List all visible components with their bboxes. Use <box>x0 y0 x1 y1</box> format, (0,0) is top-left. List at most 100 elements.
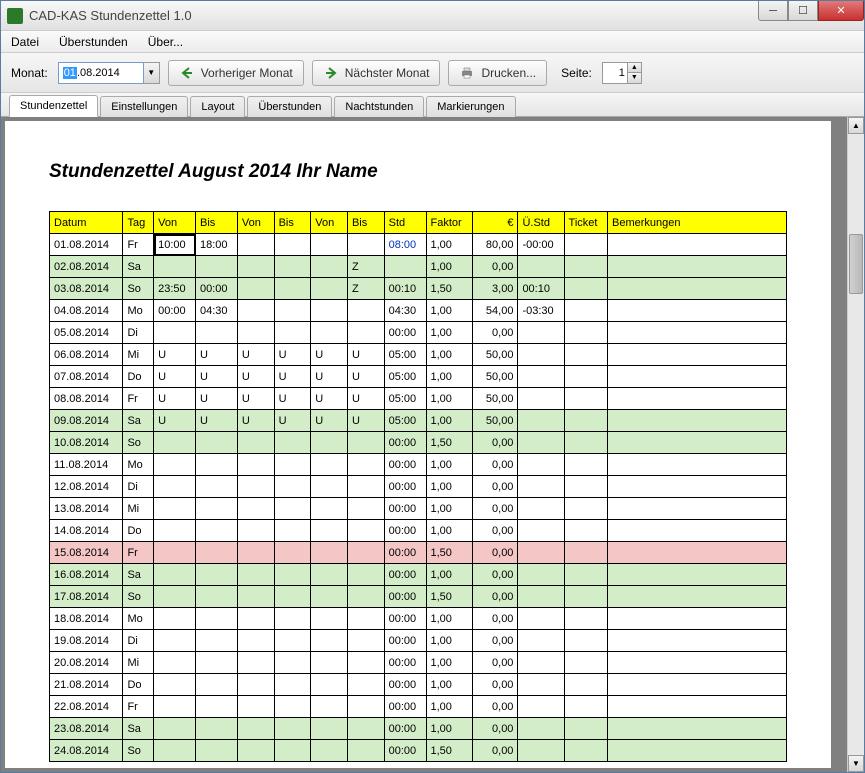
cell-std[interactable]: 00:00 <box>384 432 426 454</box>
table-row[interactable]: 20.08.2014Mi00:001,000,00 <box>50 652 787 674</box>
cell-tag[interactable]: Sa <box>123 256 154 278</box>
cell-eur[interactable]: 0,00 <box>472 454 518 476</box>
cell-v2[interactable] <box>237 454 274 476</box>
cell-v3[interactable] <box>311 564 348 586</box>
cell-bem[interactable] <box>608 564 787 586</box>
cell-b1[interactable]: 00:00 <box>196 278 238 300</box>
cell-v2[interactable] <box>237 740 274 762</box>
page-spinner[interactable]: 1 ▲ ▼ <box>602 62 642 84</box>
tab-markierungen[interactable]: Markierungen <box>426 96 515 117</box>
cell-fak[interactable]: 1,50 <box>426 542 472 564</box>
table-row[interactable]: 10.08.2014So00:001,500,00 <box>50 432 787 454</box>
cell-v1[interactable]: 23:50 <box>154 278 196 300</box>
cell-v1[interactable] <box>154 432 196 454</box>
table-row[interactable]: 06.08.2014MiUUUUUU05:001,0050,00 <box>50 344 787 366</box>
cell-date[interactable]: 01.08.2014 <box>50 234 123 256</box>
cell-b3[interactable] <box>347 674 384 696</box>
cell-std[interactable]: 00:00 <box>384 630 426 652</box>
cell-v3[interactable] <box>311 476 348 498</box>
cell-date[interactable]: 18.08.2014 <box>50 608 123 630</box>
table-row[interactable]: 03.08.2014So23:5000:00Z00:101,503,0000:1… <box>50 278 787 300</box>
cell-date[interactable]: 23.08.2014 <box>50 718 123 740</box>
cell-v1[interactable]: U <box>154 410 196 432</box>
page-spin-down[interactable]: ▼ <box>627 73 641 83</box>
cell-b1[interactable] <box>196 432 238 454</box>
cell-ustd[interactable]: -00:00 <box>518 234 564 256</box>
close-button[interactable]: ✕ <box>818 1 864 21</box>
cell-bem[interactable] <box>608 520 787 542</box>
cell-fak[interactable]: 1,00 <box>426 454 472 476</box>
cell-v1[interactable]: U <box>154 388 196 410</box>
cell-fak[interactable]: 1,00 <box>426 388 472 410</box>
cell-ustd[interactable]: -03:30 <box>518 300 564 322</box>
cell-b1[interactable] <box>196 696 238 718</box>
cell-b3[interactable] <box>347 542 384 564</box>
cell-ticket[interactable] <box>564 454 608 476</box>
cell-v2[interactable] <box>237 520 274 542</box>
cell-v2[interactable]: U <box>237 388 274 410</box>
cell-v3[interactable]: U <box>311 344 348 366</box>
cell-b3[interactable] <box>347 520 384 542</box>
cell-ticket[interactable] <box>564 234 608 256</box>
cell-v3[interactable] <box>311 586 348 608</box>
cell-eur[interactable]: 0,00 <box>472 322 518 344</box>
next-month-button[interactable]: Nächster Monat <box>312 60 441 86</box>
table-row[interactable]: 14.08.2014Do00:001,000,00 <box>50 520 787 542</box>
cell-v3[interactable] <box>311 542 348 564</box>
cell-v1[interactable] <box>154 454 196 476</box>
cell-v2[interactable] <box>237 718 274 740</box>
cell-fak[interactable]: 1,00 <box>426 300 472 322</box>
scroll-up-button[interactable]: ▲ <box>848 117 864 134</box>
cell-tag[interactable]: Sa <box>123 718 154 740</box>
cell-std[interactable]: 00:00 <box>384 476 426 498</box>
cell-fak[interactable]: 1,00 <box>426 476 472 498</box>
cell-bem[interactable] <box>608 542 787 564</box>
cell-date[interactable]: 08.08.2014 <box>50 388 123 410</box>
cell-b2[interactable] <box>274 300 311 322</box>
cell-v3[interactable]: U <box>311 388 348 410</box>
cell-eur[interactable]: 0,00 <box>472 740 518 762</box>
cell-ustd[interactable] <box>518 410 564 432</box>
table-row[interactable]: 15.08.2014Fr00:001,500,00 <box>50 542 787 564</box>
cell-bem[interactable] <box>608 586 787 608</box>
table-row[interactable]: 18.08.2014Mo00:001,000,00 <box>50 608 787 630</box>
cell-v3[interactable] <box>311 674 348 696</box>
cell-eur[interactable]: 0,00 <box>472 432 518 454</box>
cell-v1[interactable] <box>154 696 196 718</box>
cell-eur[interactable]: 0,00 <box>472 476 518 498</box>
month-dropdown-button[interactable]: ▼ <box>144 62 160 84</box>
cell-ustd[interactable] <box>518 366 564 388</box>
cell-b3[interactable]: U <box>347 344 384 366</box>
scroll-down-button[interactable]: ▼ <box>848 755 864 772</box>
cell-fak[interactable]: 1,00 <box>426 322 472 344</box>
cell-ticket[interactable] <box>564 718 608 740</box>
cell-v1[interactable] <box>154 740 196 762</box>
cell-v2[interactable] <box>237 322 274 344</box>
cell-b1[interactable] <box>196 740 238 762</box>
cell-ticket[interactable] <box>564 476 608 498</box>
cell-v1[interactable] <box>154 520 196 542</box>
cell-date[interactable]: 06.08.2014 <box>50 344 123 366</box>
cell-b3[interactable] <box>347 630 384 652</box>
menu-datei[interactable]: Datei <box>7 33 43 51</box>
tab-uberstunden[interactable]: Überstunden <box>247 96 332 117</box>
cell-bem[interactable] <box>608 366 787 388</box>
cell-v2[interactable] <box>237 586 274 608</box>
cell-b1[interactable] <box>196 652 238 674</box>
cell-b1[interactable] <box>196 630 238 652</box>
cell-v2[interactable] <box>237 498 274 520</box>
table-row[interactable]: 21.08.2014Do00:001,000,00 <box>50 674 787 696</box>
cell-std[interactable]: 00:00 <box>384 608 426 630</box>
cell-ticket[interactable] <box>564 630 608 652</box>
cell-b1[interactable] <box>196 322 238 344</box>
cell-v2[interactable] <box>237 432 274 454</box>
cell-bem[interactable] <box>608 476 787 498</box>
cell-v1[interactable] <box>154 652 196 674</box>
cell-eur[interactable]: 80,00 <box>472 234 518 256</box>
cell-b2[interactable] <box>274 454 311 476</box>
cell-ustd[interactable] <box>518 256 564 278</box>
cell-date[interactable]: 20.08.2014 <box>50 652 123 674</box>
cell-tag[interactable]: Mi <box>123 344 154 366</box>
cell-fak[interactable]: 1,00 <box>426 696 472 718</box>
minimize-button[interactable]: ─ <box>758 1 788 21</box>
